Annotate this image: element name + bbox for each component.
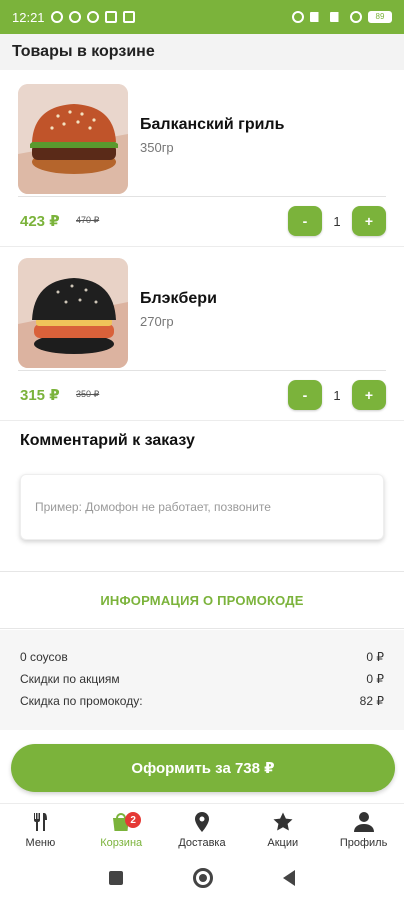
- divider: [0, 420, 404, 421]
- summary-value: 0 ₽: [366, 650, 384, 664]
- divider: [18, 370, 386, 371]
- page-header: Товары в корзине: [0, 34, 404, 70]
- nav-label: Акции: [267, 837, 299, 849]
- recents-icon[interactable]: [109, 871, 123, 885]
- summary-row: Скидка по промокоду: 82 ₽: [20, 690, 384, 712]
- quantity-value: 1: [333, 387, 341, 403]
- quantity-stepper: - 1 +: [288, 380, 386, 410]
- wifi-icon: [350, 11, 362, 23]
- product-image[interactable]: [18, 84, 128, 194]
- back-icon[interactable]: [283, 870, 295, 886]
- product-old-price: 350 ₽: [76, 389, 100, 399]
- settings-icon: [50, 11, 63, 23]
- app-icon: [86, 11, 99, 23]
- divider: [18, 196, 386, 197]
- star-icon: [271, 810, 295, 834]
- summary-value: 0 ₽: [366, 672, 384, 686]
- notification-icon: [122, 11, 135, 23]
- product-price: 423 ₽: [20, 213, 60, 230]
- summary-label: 0 соусов: [20, 650, 68, 664]
- summary-row: 0 соусов 0 ₽: [20, 646, 384, 668]
- nav-label: Корзина: [100, 837, 143, 849]
- home-icon[interactable]: [193, 868, 213, 888]
- product-name: Балканский гриль: [140, 116, 285, 133]
- promo-info-button[interactable]: ИНФОРМАЦИЯ О ПРОМОКОДЕ: [0, 571, 404, 629]
- cart-badge: 2: [125, 812, 142, 828]
- nav-item-cart[interactable]: 2 Корзина: [81, 804, 162, 855]
- map-pin-icon: [190, 810, 214, 834]
- divider: [0, 246, 404, 247]
- nav-item-delivery[interactable]: Доставка: [162, 804, 243, 855]
- fork-knife-icon: [28, 810, 52, 834]
- comment-box: [20, 474, 384, 540]
- signal-2-icon: [330, 12, 344, 22]
- comment-title: Комментарий к заказу: [20, 432, 195, 449]
- order-summary: 0 соусов 0 ₽ Скидки по акциям 0 ₽ Скидка…: [0, 630, 404, 730]
- bottom-nav: Меню 2 Корзина Доставка Акции Профиль: [0, 803, 404, 855]
- product-old-price: 470 ₽: [76, 215, 100, 225]
- product-image[interactable]: [18, 258, 128, 368]
- product-price: 315 ₽: [20, 387, 60, 404]
- game-icon: [104, 11, 117, 23]
- increase-quantity-button[interactable]: +: [352, 206, 386, 236]
- decrease-quantity-button[interactable]: -: [288, 206, 322, 236]
- checkout-button[interactable]: Оформить за 738 ₽: [11, 744, 395, 792]
- page-title: Товары в корзине: [12, 43, 155, 60]
- user-icon: [352, 810, 376, 834]
- product-weight: 270гр: [140, 314, 174, 329]
- summary-value: 82 ₽: [359, 694, 384, 708]
- bluetooth-icon: [292, 11, 304, 23]
- nav-label: Доставка: [178, 837, 226, 849]
- cart-item: Блэкбери 270гр 315 ₽ 350 ₽ - 1 +: [0, 248, 404, 424]
- increase-quantity-button[interactable]: +: [352, 380, 386, 410]
- product-weight: 350гр: [140, 140, 174, 155]
- battery-icon: 89: [368, 11, 392, 23]
- comment-input[interactable]: [21, 475, 383, 539]
- promo-info-label: ИНФОРМАЦИЯ О ПРОМОКОДЕ: [100, 592, 304, 608]
- product-name: Блэкбери: [140, 290, 217, 307]
- nav-label: Меню: [25, 837, 56, 849]
- nav-item-menu[interactable]: Меню: [0, 804, 81, 855]
- status-time: 12:21: [12, 9, 45, 25]
- nav-item-promotions[interactable]: Акции: [242, 804, 323, 855]
- burger-sesame-icon: [18, 84, 128, 194]
- decrease-quantity-button[interactable]: -: [288, 380, 322, 410]
- signal-icon: [310, 12, 324, 22]
- cart-item: Балканский гриль 350гр 423 ₽ 470 ₽ - 1 +: [0, 74, 404, 250]
- quantity-value: 1: [333, 213, 341, 229]
- quantity-stepper: - 1 +: [288, 206, 386, 236]
- nav-label: Профиль: [339, 837, 388, 849]
- status-bar: 12:21 89: [0, 0, 404, 34]
- burger-black-bun-icon: [18, 258, 128, 368]
- system-nav-bar: [0, 856, 404, 900]
- summary-label: Скидки по акциям: [20, 672, 120, 686]
- summary-label: Скидка по промокоду:: [20, 694, 143, 708]
- alarm-icon: [68, 11, 81, 23]
- summary-row: Скидки по акциям 0 ₽: [20, 668, 384, 690]
- nav-item-profile[interactable]: Профиль: [323, 804, 404, 855]
